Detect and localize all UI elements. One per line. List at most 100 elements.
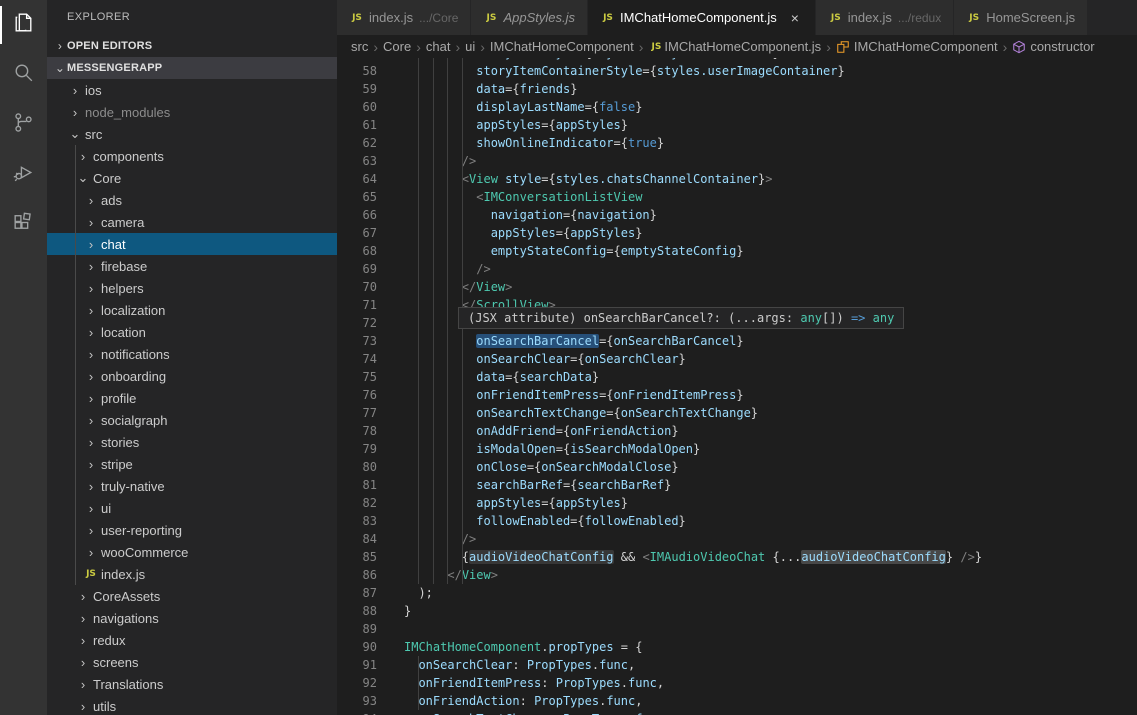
tab-index-js[interactable]: JSindex.js.../Core <box>337 0 471 35</box>
activity-run-debug-button[interactable] <box>0 150 47 200</box>
hover-tooltip: (JSX attribute) onSearchBarCancel?: (...… <box>458 307 904 329</box>
code-line-70[interactable]: 70 </View> <box>337 278 1137 296</box>
code-line-85[interactable]: 85 {audioVideoChatConfig && <IMAudioVide… <box>337 548 1137 566</box>
code-line-94[interactable]: 94 onSearchTextChange: PropTypes.func, <box>337 710 1137 715</box>
code-line-65[interactable]: 65 <IMConversationListView <box>337 188 1137 206</box>
code-line-81[interactable]: 81 searchBarRef={searchBarRef} <box>337 476 1137 494</box>
breadcrumb-label: ui <box>465 39 475 54</box>
tree-item-components[interactable]: ›components <box>47 145 337 167</box>
tree-item-location[interactable]: ›location <box>47 321 337 343</box>
tree-item-index-js[interactable]: JSindex.js <box>47 563 337 585</box>
tab-label: index.js <box>848 10 892 25</box>
breadcrumb-separator: › <box>639 39 644 55</box>
tree-item-user-reporting[interactable]: ›user-reporting <box>47 519 337 541</box>
code-line-82[interactable]: 82 appStyles={appStyles} <box>337 494 1137 512</box>
tree-item-core[interactable]: ⌄Core <box>47 167 337 189</box>
tab-index-js[interactable]: JSindex.js.../redux <box>816 0 954 35</box>
section-header-open-editors[interactable]: ›OPEN EDITORS <box>47 35 337 57</box>
breadcrumb-item-core[interactable]: Core <box>383 39 411 54</box>
tab-homescreen-js[interactable]: JSHomeScreen.js <box>954 0 1088 35</box>
close-icon[interactable]: × <box>787 10 803 26</box>
code-line-59[interactable]: 59 data={friends} <box>337 80 1137 98</box>
tree-item-label: ui <box>101 501 111 516</box>
activity-extensions-button[interactable] <box>0 200 47 250</box>
code-line-88[interactable]: 88} <box>337 602 1137 620</box>
tree-item-socialgraph[interactable]: ›socialgraph <box>47 409 337 431</box>
tree-item-redux[interactable]: ›redux <box>47 629 337 651</box>
tab-imchathomecomponent-js[interactable]: JSIMChatHomeComponent.js× <box>588 0 816 35</box>
code-line-84[interactable]: 84 /> <box>337 530 1137 548</box>
code-line-76[interactable]: 76 onFriendItemPress={onFriendItemPress} <box>337 386 1137 404</box>
code-line-73[interactable]: 73 onSearchBarCancel={onSearchBarCancel} <box>337 332 1137 350</box>
tree-item-ios[interactable]: ›ios <box>47 79 337 101</box>
tree-item-profile[interactable]: ›profile <box>47 387 337 409</box>
tree-item-translations[interactable]: ›Translations <box>47 673 337 695</box>
tree-item-camera[interactable]: ›camera <box>47 211 337 233</box>
tab-appstyles-js[interactable]: JSAppStyles.js <box>471 0 588 35</box>
section-header-messengerapp[interactable]: ⌄MESSENGERAPP <box>47 57 337 79</box>
code-line-61[interactable]: 61 appStyles={appStyles} <box>337 116 1137 134</box>
tree-item-utils[interactable]: ›utils <box>47 695 337 715</box>
code-text: onFriendItemPress={onFriendItemPress} <box>390 386 744 404</box>
code-line-80[interactable]: 80 onClose={onSearchModalClose} <box>337 458 1137 476</box>
chevron-right-icon: › <box>83 501 99 516</box>
activity-explorer-button[interactable] <box>0 0 47 50</box>
code-line-63[interactable]: 63 /> <box>337 152 1137 170</box>
code-editor[interactable]: 57 storyItemStyle={styles.storyItemConta… <box>337 58 1137 715</box>
code-line-67[interactable]: 67 appStyles={appStyles} <box>337 224 1137 242</box>
tree-item-navigations[interactable]: ›navigations <box>47 607 337 629</box>
code-text: ); <box>390 584 433 602</box>
code-line-92[interactable]: 92 onFriendItemPress: PropTypes.func, <box>337 674 1137 692</box>
code-line-79[interactable]: 79 isModalOpen={isSearchModalOpen} <box>337 440 1137 458</box>
code-line-83[interactable]: 83 followEnabled={followEnabled} <box>337 512 1137 530</box>
tree-item-screens[interactable]: ›screens <box>47 651 337 673</box>
code-line-89[interactable]: 89 <box>337 620 1137 638</box>
code-line-87[interactable]: 87 ); <box>337 584 1137 602</box>
code-line-74[interactable]: 74 onSearchClear={onSearchClear} <box>337 350 1137 368</box>
breadcrumb-item-src[interactable]: src <box>351 39 368 54</box>
tree-item-notifications[interactable]: ›notifications <box>47 343 337 365</box>
code-line-66[interactable]: 66 navigation={navigation} <box>337 206 1137 224</box>
code-text: <IMConversationListView <box>390 188 642 206</box>
tree-item-helpers[interactable]: ›helpers <box>47 277 337 299</box>
breadcrumb-item-imchathomecomponent-js[interactable]: JSIMChatHomeComponent.js <box>648 39 821 54</box>
tree-item-localization[interactable]: ›localization <box>47 299 337 321</box>
tree-item-ui[interactable]: ›ui <box>47 497 337 519</box>
chevron-right-icon: › <box>83 457 99 472</box>
tree-item-stripe[interactable]: ›stripe <box>47 453 337 475</box>
activity-search-button[interactable] <box>0 50 47 100</box>
activity-source-control-button[interactable] <box>0 100 47 150</box>
js-file-icon: JS <box>483 13 499 23</box>
code-line-75[interactable]: 75 data={searchData} <box>337 368 1137 386</box>
code-line-86[interactable]: 86 </View> <box>337 566 1137 584</box>
tree-item-ads[interactable]: ›ads <box>47 189 337 211</box>
code-line-64[interactable]: 64 <View style={styles.chatsChannelConta… <box>337 170 1137 188</box>
code-line-91[interactable]: 91 onSearchClear: PropTypes.func, <box>337 656 1137 674</box>
tree-item-src[interactable]: ⌄src <box>47 123 337 145</box>
tree-item-node-modules[interactable]: ›node_modules <box>47 101 337 123</box>
tree-item-coreassets[interactable]: ›CoreAssets <box>47 585 337 607</box>
code-line-69[interactable]: 69 /> <box>337 260 1137 278</box>
code-line-62[interactable]: 62 showOnlineIndicator={true} <box>337 134 1137 152</box>
code-line-77[interactable]: 77 onSearchTextChange={onSearchTextChang… <box>337 404 1137 422</box>
tree-item-label: firebase <box>101 259 147 274</box>
breadcrumb-item-chat[interactable]: chat <box>426 39 451 54</box>
breadcrumb-item-ui[interactable]: ui <box>465 39 475 54</box>
tree-item-truly-native[interactable]: ›truly-native <box>47 475 337 497</box>
word-highlight: onSearchBarCancel <box>476 334 599 348</box>
code-line-90[interactable]: 90IMChatHomeComponent.propTypes = { <box>337 638 1137 656</box>
code-line-60[interactable]: 60 displayLastName={false} <box>337 98 1137 116</box>
code-line-78[interactable]: 78 onAddFriend={onFriendAction} <box>337 422 1137 440</box>
code-line-93[interactable]: 93 onFriendAction: PropTypes.func, <box>337 692 1137 710</box>
tree-item-firebase[interactable]: ›firebase <box>47 255 337 277</box>
tree-item-onboarding[interactable]: ›onboarding <box>47 365 337 387</box>
tree-item-chat[interactable]: ›chat <box>47 233 337 255</box>
tree-item-stories[interactable]: ›stories <box>47 431 337 453</box>
code-line-68[interactable]: 68 emptyStateConfig={emptyStateConfig} <box>337 242 1137 260</box>
breadcrumb-item-imchathomecomponent[interactable]: IMChatHomeComponent <box>490 39 634 54</box>
line-number: 88 <box>337 602 390 620</box>
tree-item-woocommerce[interactable]: ›wooCommerce <box>47 541 337 563</box>
breadcrumb-item-imchathomecomponent[interactable]: IMChatHomeComponent <box>836 39 998 55</box>
code-line-58[interactable]: 58 storyItemContainerStyle={styles.userI… <box>337 62 1137 80</box>
breadcrumb-item-constructor[interactable]: constructor <box>1012 39 1094 55</box>
